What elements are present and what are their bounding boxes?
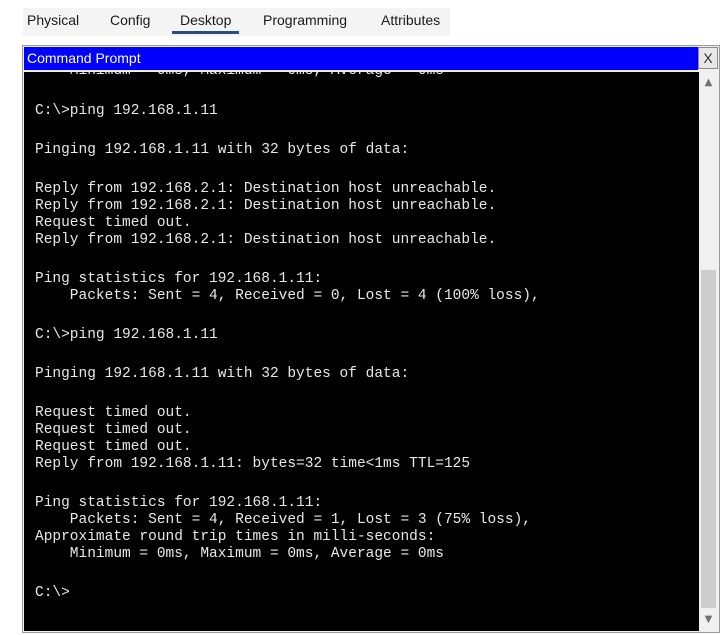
console-line: Pinging 192.168.1.11 with 32 bytes of da… xyxy=(35,142,410,158)
console-line: Reply from 192.168.1.11: bytes=32 time<1… xyxy=(35,456,471,472)
chevron-down-icon[interactable]: ▼ xyxy=(699,611,718,629)
console-prompt: C:\> xyxy=(35,585,70,601)
tab-desktop[interactable]: Desktop xyxy=(171,12,240,34)
window-titlebar: Command Prompt xyxy=(24,47,698,70)
vertical-scrollbar[interactable]: ▲ ▼ xyxy=(699,72,718,631)
chevron-up-icon[interactable]: ▲ xyxy=(699,74,718,92)
tab-physical[interactable]: Physical xyxy=(27,12,79,28)
console-line: Request timed out. xyxy=(35,422,192,438)
console-line: C:\>ping 192.168.1.11 xyxy=(35,327,218,343)
console-line: Request timed out. xyxy=(35,405,192,421)
tab-bar: Physical Config Desktop Programming Attr… xyxy=(23,8,450,36)
console-line: Reply from 192.168.2.1: Destination host… xyxy=(35,198,497,214)
window-title: Command Prompt xyxy=(27,50,141,66)
console-line: Minimum = 0ms, Maximum = 0ms, Average = … xyxy=(35,72,444,80)
console-output[interactable]: Minimum = 0ms, Maximum = 0ms, Average = … xyxy=(24,72,699,631)
console-line: C:\>ping 192.168.1.11 xyxy=(35,103,218,119)
console-line: Ping statistics for 192.168.1.11: xyxy=(35,495,323,511)
console-line: Reply from 192.168.2.1: Destination host… xyxy=(35,232,497,248)
console-line: Packets: Sent = 4, Received = 0, Lost = … xyxy=(35,288,540,304)
console-line: Approximate round trip times in milli-se… xyxy=(35,529,436,545)
console-line: Minimum = 0ms, Maximum = 0ms, Average = … xyxy=(35,546,444,562)
console-line: Pinging 192.168.1.11 with 32 bytes of da… xyxy=(35,366,410,382)
tab-programming[interactable]: Programming xyxy=(263,12,347,28)
tab-config[interactable]: Config xyxy=(110,12,150,28)
console-line: Reply from 192.168.2.1: Destination host… xyxy=(35,181,497,197)
scrollbar-thumb[interactable] xyxy=(701,270,716,608)
command-prompt-window: Command Prompt X Minimum = 0ms, Maximum … xyxy=(22,45,720,633)
console-line: Request timed out. xyxy=(35,215,192,231)
close-button[interactable]: X xyxy=(698,47,718,69)
console-line: Ping statistics for 192.168.1.11: xyxy=(35,271,323,287)
console-line: Packets: Sent = 4, Received = 1, Lost = … xyxy=(35,512,531,528)
tab-attributes[interactable]: Attributes xyxy=(381,12,440,28)
console-line: Request timed out. xyxy=(35,439,192,455)
